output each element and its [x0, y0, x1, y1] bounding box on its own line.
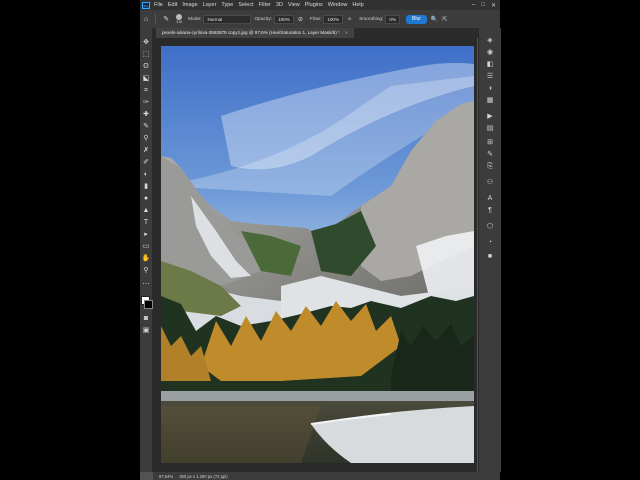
brush-size-value: 315 [176, 20, 183, 24]
3d-panel-icon[interactable]: ⬡ [479, 222, 501, 232]
hand-tool-icon[interactable]: ✋ [140, 254, 152, 264]
menu-3d[interactable]: 3D [276, 2, 283, 8]
photoshop-logo: Ps [142, 1, 150, 9]
blur-button[interactable]: Blur [406, 14, 427, 24]
properties-panel-icon[interactable]: ☰ [479, 72, 501, 82]
right-panel-dock: ◈ ◉ ◧ ☰ ◑ ▦ ▶ ▤ ⊞ ✎ ⎘ ⚇ A ¶ ⬡ ◔ ■ [478, 28, 501, 472]
layers-panel-icon[interactable]: ◈ [479, 36, 501, 46]
document-canvas-image[interactable] [161, 46, 474, 463]
flow-label: Flow: [309, 16, 322, 22]
opacity-label: Opacity: [254, 16, 273, 22]
rectangle-tool-icon[interactable]: ▭ [140, 242, 152, 252]
menu-image[interactable]: Image [182, 2, 197, 8]
people-icon[interactable]: ⚇ [479, 178, 501, 188]
menu-bar: Ps File Edit Image Layer Type Select Fil… [140, 0, 500, 10]
brush-tool-icon[interactable]: ✎ [163, 15, 169, 23]
type-tool-icon[interactable]: T [140, 218, 152, 228]
photoshop-window: Ps File Edit Image Layer Type Select Fil… [140, 0, 501, 480]
adjustments-panel-icon[interactable]: ◧ [479, 60, 501, 70]
gradient-tool-icon[interactable]: ◐ [140, 170, 152, 180]
status-bar: 97,64% 350 px x 1.280 px (72 ppi) [153, 472, 500, 480]
dodge-tool-icon[interactable]: ● [140, 194, 152, 204]
document-size: 350 px x 1.280 px (72 ppi) [179, 473, 228, 479]
close-window-button[interactable]: ✕ [491, 2, 496, 9]
crop-tool-icon[interactable]: ⌗ [140, 86, 152, 96]
menu-layer[interactable]: Layer [203, 2, 217, 8]
menu-filter[interactable]: Filter [259, 2, 271, 8]
brush-settings-icon[interactable]: ✎ [479, 150, 501, 160]
menu-plugins[interactable]: Plugins [305, 2, 323, 8]
move-tool-icon[interactable]: ✥ [140, 38, 152, 48]
share-icon[interactable]: ⇱ [442, 16, 447, 23]
color-panel-icon[interactable]: ◑ [479, 84, 501, 94]
airbrush-icon[interactable]: ✧ [347, 16, 352, 23]
paragraph-panel-icon[interactable]: ¶ [479, 206, 501, 216]
edit-toolbar-icon[interactable]: ⋯ [140, 280, 152, 290]
pressure-opacity-icon[interactable]: ⊘ [298, 16, 303, 23]
menu-file[interactable]: File [154, 2, 163, 8]
minimize-button[interactable]: – [472, 2, 475, 9]
maximize-button[interactable]: □ [481, 2, 485, 9]
healing-brush-tool-icon[interactable]: ✚ [140, 110, 152, 120]
menu-select[interactable]: Select [238, 2, 253, 8]
brush-preset-picker[interactable]: 315 [176, 14, 183, 24]
channels-panel-icon[interactable]: ◉ [479, 48, 501, 58]
lasso-tool-icon[interactable]: ʘ [140, 62, 152, 72]
menu-view[interactable]: View [288, 2, 300, 8]
blur-tool-icon[interactable]: ▮ [140, 182, 152, 192]
divider [155, 13, 157, 25]
canvas-area[interactable] [153, 38, 477, 472]
menu-window[interactable]: Window [328, 2, 348, 8]
quick-mask-icon[interactable]: ◙ [140, 314, 152, 324]
document-tab[interactable]: pexels-iuliana-cyrilova-3593879 copy1.jp… [156, 28, 354, 38]
landscape-photo [161, 46, 474, 463]
menu-edit[interactable]: Edit [168, 2, 177, 8]
history-brush-tool-icon[interactable]: ✗ [140, 146, 152, 156]
play-action-icon[interactable]: ▶ [479, 112, 501, 122]
pen-tool-icon[interactable]: ▲ [140, 206, 152, 216]
transform-icon[interactable]: ⊞ [479, 138, 501, 148]
background-color-swatch[interactable] [144, 300, 153, 309]
flow-field[interactable]: 100% [323, 14, 344, 24]
search-icon[interactable]: 🔍 [431, 16, 438, 23]
marquee-tool-icon[interactable]: ⬚ [140, 50, 152, 60]
brush-tool-icon[interactable]: ✎ [140, 122, 152, 132]
zoom-level[interactable]: 97,64% [159, 474, 173, 479]
mode-label: Mode: [188, 16, 202, 22]
character-panel-icon[interactable]: A [479, 194, 501, 204]
mode-select[interactable]: Normal [203, 14, 252, 24]
tools-panel: ✥ ⬚ ʘ ⬕ ⌗ ✑ ✚ ✎ ⚲ ✗ ✐ ◐ ▮ ● ▲ T ▸ ▭ ✋ ⚲ … [140, 28, 153, 472]
stop-icon[interactable]: ■ [479, 252, 501, 262]
swatches-panel-icon[interactable]: ▦ [479, 96, 501, 106]
info-panel-icon[interactable]: ◔ [479, 238, 501, 248]
eyedropper-tool-icon[interactable]: ✑ [140, 98, 152, 108]
smoothing-field[interactable]: 0% [385, 14, 400, 24]
opacity-field[interactable]: 100% [274, 14, 294, 24]
path-selection-tool-icon[interactable]: ▸ [140, 230, 152, 240]
menu-help[interactable]: Help [352, 2, 363, 8]
eraser-tool-icon[interactable]: ✐ [140, 158, 152, 168]
close-tab-icon[interactable]: × [345, 30, 348, 35]
clone-source-icon[interactable]: ⎘ [479, 162, 501, 172]
home-icon[interactable]: ⌂ [144, 16, 148, 23]
menu-type[interactable]: Type [221, 2, 233, 8]
document-tab-bar: pexels-iuliana-cyrilova-3593879 copy1.jp… [152, 28, 500, 38]
smoothing-label: Smoothing: [359, 16, 384, 22]
options-bar: ⌂ ✎ 315 Mode: Normal Opacity: 100% ⊘ Flo… [140, 10, 500, 29]
screen-mode-icon[interactable]: ▣ [140, 326, 152, 336]
object-selection-tool-icon[interactable]: ⬕ [140, 74, 152, 84]
clone-stamp-tool-icon[interactable]: ⚲ [140, 134, 152, 144]
document-tab-title: pexels-iuliana-cyrilova-3593879 copy1.jp… [162, 30, 340, 35]
zoom-tool-icon[interactable]: ⚲ [140, 266, 152, 276]
history-panel-icon[interactable]: ▤ [479, 124, 501, 134]
